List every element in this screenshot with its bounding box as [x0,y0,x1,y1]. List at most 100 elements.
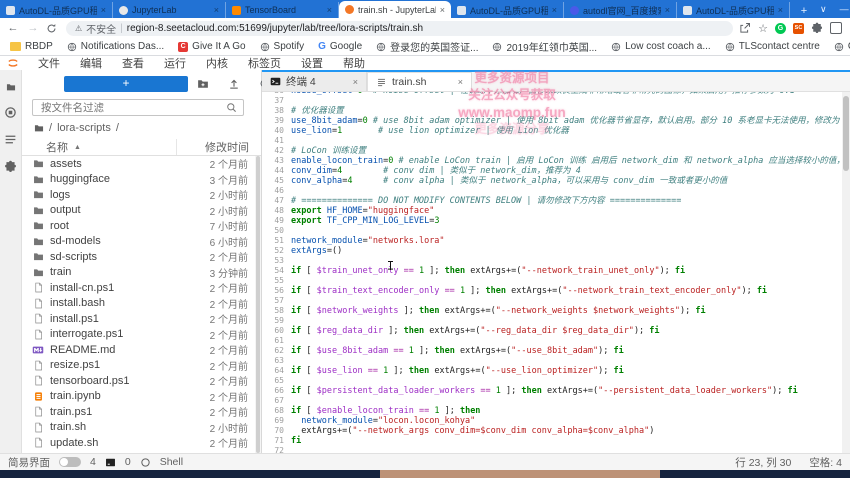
terminal-status-icon[interactable] [105,457,116,468]
browser-tab[interactable]: TensorBoard× [226,2,339,18]
bookmark-item[interactable]: 2019年红领巾英国... [492,39,597,54]
file-row[interactable]: logs2 小时前 [22,187,256,203]
browser-tab[interactable]: AutoDL-品质GPU租...× [0,2,113,18]
extensions-puzzle-icon[interactable] [811,22,823,34]
bookmark-item[interactable]: Out of Water – M... [834,41,850,52]
new-tab-button[interactable]: + [796,4,812,18]
file-row[interactable]: tensorboard.ps12 个月前 [22,373,256,389]
file-row[interactable]: install.bash2 个月前 [22,296,256,312]
file-row[interactable]: train.ps12 个月前 [22,404,256,420]
file-row[interactable]: huggingface3 个月前 [22,172,256,188]
minimize-icon[interactable]: — [840,4,849,14]
code-editor[interactable]: 36noise_offset=0 # noise offset | 在训练中添加… [262,92,842,453]
extension-manager-icon[interactable] [4,160,17,173]
editor-tab-close-icon[interactable]: × [458,77,463,87]
file-row[interactable]: train.ipynb2 个月前 [22,389,256,405]
file-row[interactable]: update.sh2 个月前 [22,435,256,451]
tab-search-icon[interactable]: ∨ [820,4,827,15]
bookmark-item[interactable]: Spotify [260,41,305,52]
editor-tab[interactable]: 终端 4× [262,72,367,91]
menu-item[interactable]: 编辑 [70,55,112,71]
file-row[interactable]: sd-scripts2 个月前 [22,249,256,265]
file-row[interactable]: assets2 个月前 [22,156,256,172]
running-sessions-icon[interactable] [4,106,17,119]
editor-tab-close-icon[interactable]: × [353,77,358,87]
line-number: 66 [262,386,291,396]
profile-icon[interactable] [830,22,842,34]
file-row[interactable]: install-cn.ps12 个月前 [22,280,256,296]
menu-item[interactable]: 设置 [291,55,333,71]
upload-icon[interactable] [228,78,240,90]
breadcrumb[interactable]: / lora-scripts / [34,122,119,134]
menu-item[interactable]: 帮助 [333,55,375,71]
spaces-label[interactable]: 空格: 4 [809,455,842,470]
line-number: 61 [262,336,291,346]
name-column-header[interactable]: 名称 ▲ [22,139,177,155]
bookmark-item[interactable]: Low cost coach a... [611,41,711,52]
file-filter-box[interactable] [32,99,244,116]
bookmark-item[interactable]: TLScontact centre [725,41,820,52]
forward-icon[interactable]: → [26,22,40,34]
jupyter-logo-icon [6,57,20,69]
tab-close-icon[interactable]: × [327,5,332,15]
new-folder-icon[interactable] [197,78,209,90]
menu-item[interactable]: 运行 [154,55,196,71]
browser-tab[interactable]: autodl官网_百度搜索× [564,2,677,18]
browser-tab[interactable]: train.sh - JupyterLab× [339,1,451,18]
file-row[interactable]: sd-models6 小时前 [22,234,256,250]
browser-tab[interactable]: AutoDL-品质GPU租...× [451,2,564,18]
tab-close-icon[interactable]: × [665,5,670,15]
file-row[interactable]: train.sh2 小时前 [22,420,256,436]
tab-close-icon[interactable]: × [440,5,445,15]
breadcrumb-path[interactable]: lora-scripts [57,122,111,134]
file-row[interactable]: train3 分钟前 [22,265,256,281]
file-row[interactable]: root7 小时前 [22,218,256,234]
editor-tab[interactable]: train.sh× [367,72,472,91]
cursor-position-label[interactable]: 行 23, 列 30 [735,455,791,470]
home-folder-icon[interactable] [34,123,44,133]
code-text: # LoCon 训练设置 [291,146,842,156]
file-row[interactable]: README.md2 个月前 [22,342,256,358]
share-icon[interactable] [739,22,751,34]
simple-mode-toggle[interactable] [59,457,81,467]
menu-item[interactable]: 文件 [28,55,70,71]
folder-tab-icon[interactable] [6,82,16,92]
address-bar[interactable]: ⚠ 不安全 | region-8.seetacloud.com:51699/ju… [66,21,733,36]
kernel-status-icon[interactable] [140,457,151,468]
table-of-contents-icon[interactable] [4,133,17,146]
bookmark-item[interactable]: 登录您的英国签证... [376,39,478,54]
mode-label[interactable]: Shell [160,456,183,468]
browser-tab[interactable]: AutoDL-品质GPU租...× [677,2,790,18]
code-line: 41 [262,136,842,146]
bookmark-item[interactable]: CGive It A Go [178,41,245,52]
back-icon[interactable]: ← [6,22,20,34]
file-row[interactable]: install.ps12 个月前 [22,311,256,327]
extension-icon[interactable]: SC [793,23,804,34]
extension-icon[interactable]: G [775,23,786,34]
bookmark-item[interactable]: RBDP [10,41,53,52]
tab-close-icon[interactable]: × [101,5,106,15]
modified-column-header[interactable]: 修改时间 [177,139,261,155]
file-row[interactable]: interrogate.ps12 个月前 [22,327,256,343]
menu-item[interactable]: 内核 [196,55,238,71]
bookmark-item[interactable]: Notifications Das... [67,41,164,52]
menu-item[interactable]: 标签页 [238,55,291,71]
tab-close-icon[interactable]: × [552,5,557,15]
tab-close-icon[interactable]: × [778,5,783,15]
bookmark-item[interactable]: GGoogle [318,41,362,52]
file-filter-input[interactable] [39,101,222,115]
file-row[interactable]: output2 小时前 [22,203,256,219]
menu-item[interactable]: 查看 [112,55,154,71]
refresh-icon[interactable] [46,23,60,34]
file-list-scrollbar[interactable] [255,156,261,453]
bookmark-star-icon[interactable]: ☆ [758,22,768,35]
code-line: 71fi [262,436,842,446]
new-launcher-button[interactable]: + [64,76,188,92]
file-row[interactable]: resize.ps12 个月前 [22,358,256,374]
breadcrumb-root[interactable]: / [49,122,52,134]
terminals-count[interactable]: 4 [90,456,96,468]
kernels-count[interactable]: 0 [125,456,131,468]
browser-tab[interactable]: JupyterLab× [113,2,226,18]
editor-scrollbar[interactable] [842,92,850,453]
tab-close-icon[interactable]: × [214,5,219,15]
